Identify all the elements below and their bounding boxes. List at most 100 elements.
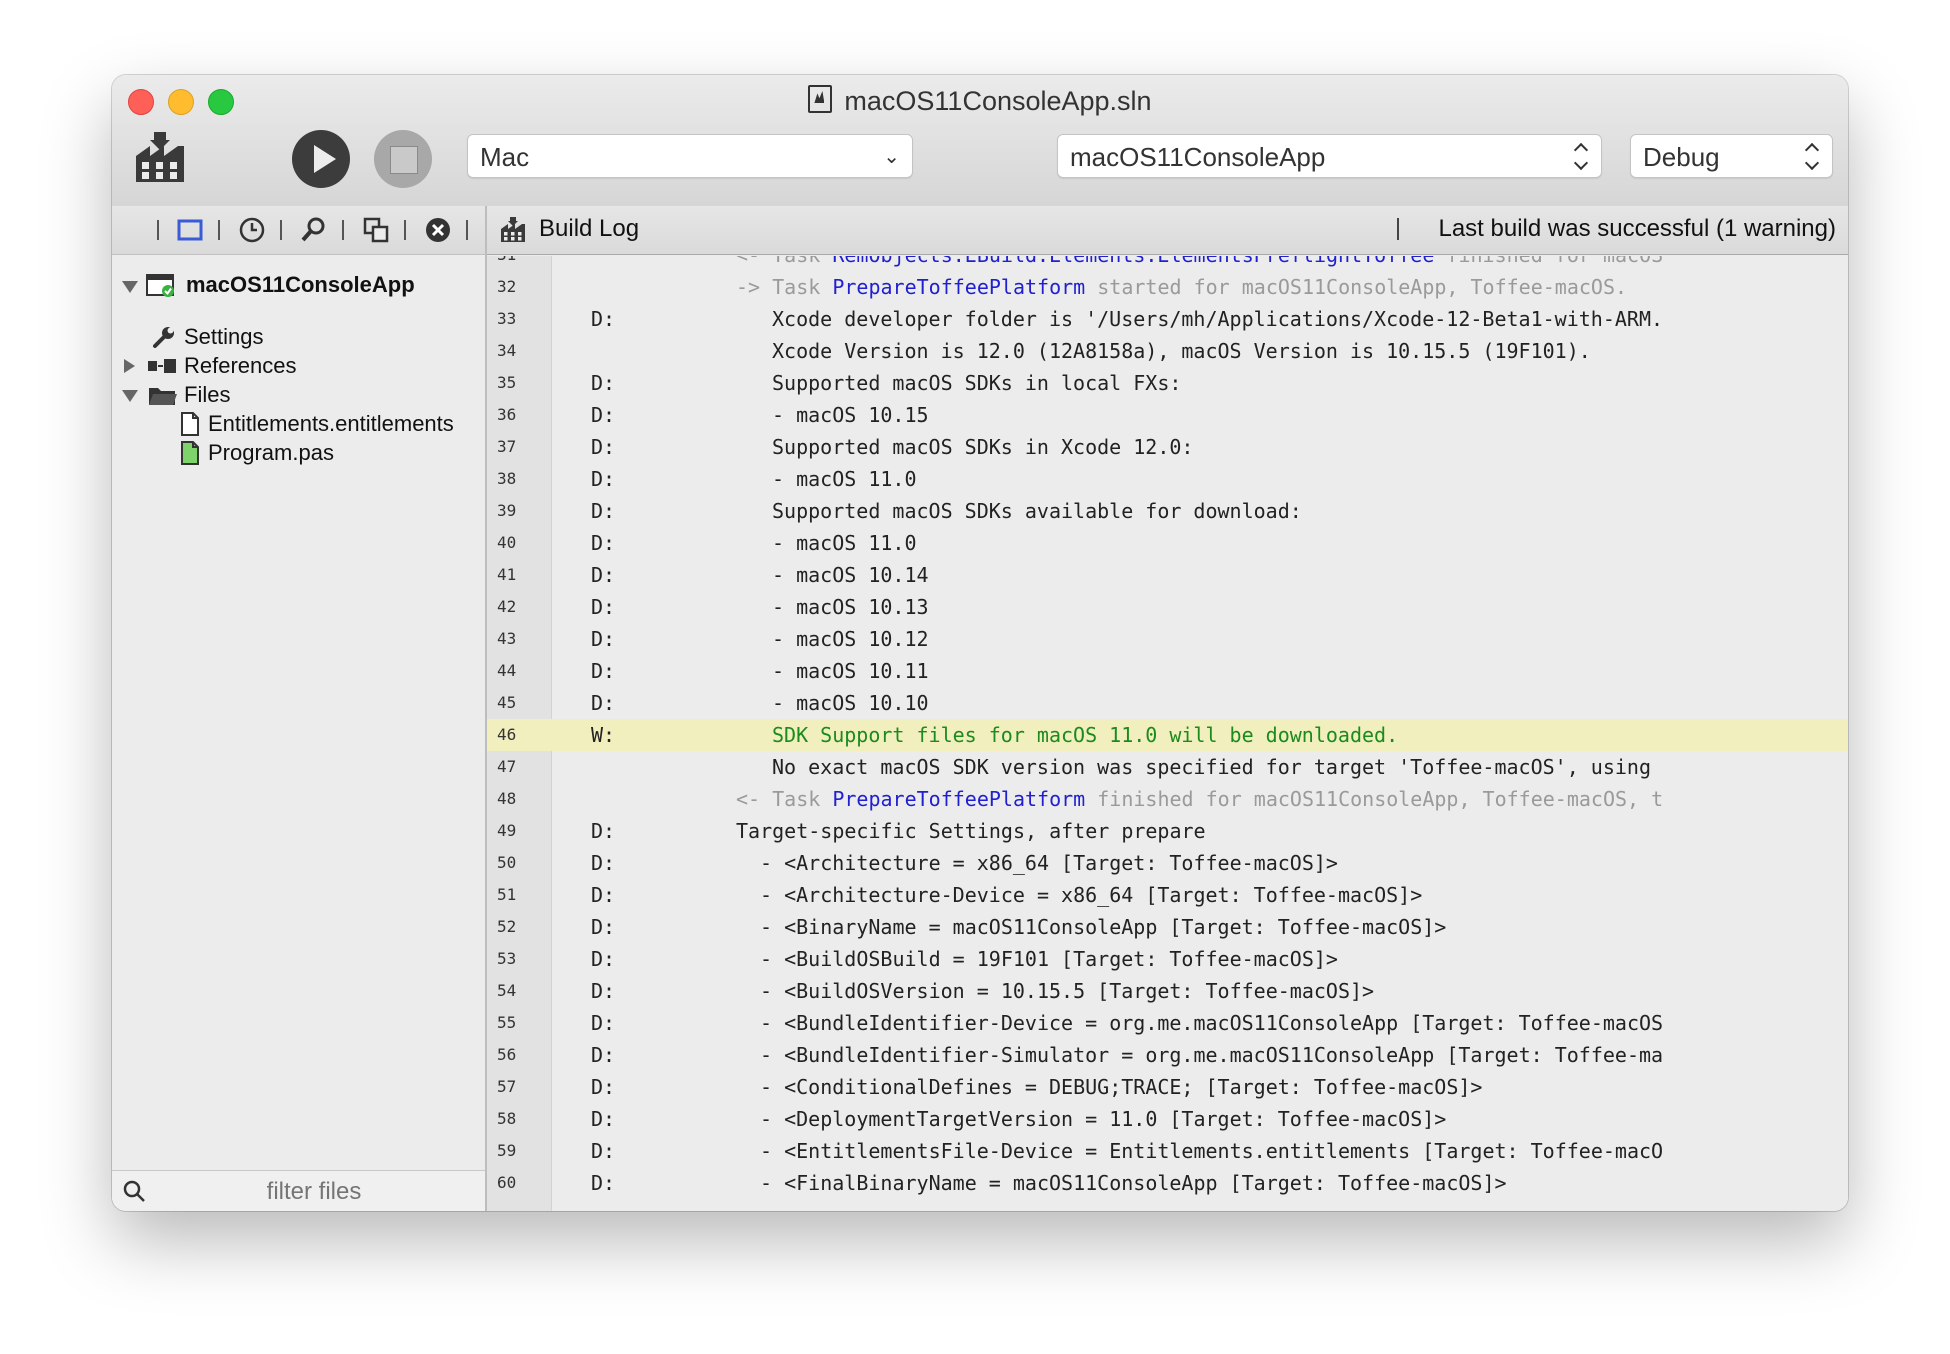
window-title: macOS11ConsoleApp.sln [844,86,1152,116]
log-message: - <BuildOSVersion = 10.15.5 [Target: Tof… [760,975,1374,1007]
log-text: - <Architecture = x86_64 [Target: Toffee… [760,851,1338,875]
line-number: 40 [497,533,517,552]
log-text: - <BundleIdentifier-Simulator = org.me.m… [760,1043,1664,1067]
task-name: PrepareToffeePlatform [832,275,1086,299]
log-line: 38 D: - macOS 11.0 [487,463,1848,495]
log-line: 43 D: - macOS 10.12 [487,623,1848,655]
line-number: 54 [497,981,517,1000]
log-line: 33 D: Xcode developer folder is '/Users/mh… [487,303,1848,335]
line-number: 55 [497,1013,517,1032]
line-number: 44 [497,661,517,680]
log-level: D: [591,819,616,843]
task-name: PrepareToffeePlatform [832,787,1086,811]
project-view-icon[interactable] [176,216,204,244]
log-message: - <Architecture = x86_64 [Target: Toffee… [760,847,1338,879]
log-level: D: [591,499,616,523]
project-name: macOS11ConsoleApp [186,272,415,297]
log-line: 40 D: - macOS 11.0 [487,527,1848,559]
log-message: Xcode developer folder is '/Users/mh/App… [772,303,1663,335]
log-message: - <FinalBinaryName = macOS11ConsoleApp [… [760,1167,1507,1199]
disclosure-closed-icon[interactable] [124,359,135,373]
sidebar-toolbar [112,206,485,255]
log-level: D: [591,691,616,715]
log-line: 31 <- Task RemObjects.EBuild.Elements.Ele… [487,256,1848,271]
log-level: D: [591,659,616,683]
tree-item-project[interactable]: macOS11ConsoleApp [122,268,482,302]
line-number: 49 [497,821,517,840]
log-message: Supported macOS SDKs available for downl… [772,495,1302,527]
log-line: 37 D: Supported macOS SDKs in Xcode 12.0: [487,431,1848,463]
toolbar-separator [404,220,406,240]
build-factory-icon[interactable] [132,130,188,186]
build-log-content[interactable]: 31 <- Task RemObjects.EBuild.Elements.Ele… [487,256,1848,1211]
line-number: 51 [497,885,517,904]
line-number: 39 [497,501,517,520]
disclosure-open-icon[interactable] [122,390,138,402]
log-text: - macOS 10.10 [772,691,929,715]
configuration-select-value: Debug [1643,142,1720,172]
log-level: D: [591,947,616,971]
log-line: 48 <- Task PrepareToffeePlatform finished… [487,783,1848,815]
log-level: D: [591,371,616,395]
title-bar: macOS11ConsoleApp.sln Mac ⌄ macOS11Conso… [112,75,1848,207]
disclosure-open-icon[interactable] [122,281,138,293]
log-message: Supported macOS SDKs in local FXs: [772,367,1181,399]
filter-files-input[interactable] [152,1175,476,1209]
log-level: D: [591,531,616,555]
line-number: 58 [497,1109,517,1128]
log-message: -> Task PrepareToffeePlatform started fo… [736,271,1627,303]
toolbar-separator [342,220,344,240]
log-line: 41 D: - macOS 10.14 [487,559,1848,591]
log-line: 53 D: - <BuildOSBuild = 19F101 [Target: To… [487,943,1848,975]
log-message: - macOS 11.0 [772,527,917,559]
search-icon [123,1180,145,1202]
log-line: 58 D: - <DeploymentTargetVersion = 11.0 [T… [487,1103,1848,1135]
log-line: 42 D: - macOS 10.13 [487,591,1848,623]
log-message: <- Task PrepareToffeePlatform finished f… [736,783,1663,815]
line-number: 37 [497,437,517,456]
build-factory-icon [501,217,525,242]
close-circle-icon[interactable] [424,216,452,244]
line-number: 56 [497,1045,517,1064]
log-message: - macOS 10.14 [772,559,929,591]
platform-select[interactable]: Mac ⌄ [467,134,913,178]
log-line: 34 Xcode Version is 12.0 (12A8158a), macO… [487,335,1848,367]
log-message: - <EntitlementsFile-Device = Entitlement… [760,1135,1663,1167]
clock-icon[interactable] [238,216,266,244]
log-text: Xcode Version is 12.0 (12A8158a), macOS … [772,339,1591,363]
log-level: D: [591,915,616,939]
log-message: - <ConditionalDefines = DEBUG;TRACE; [Ta… [760,1071,1482,1103]
toolbar-separator [1397,218,1399,240]
log-text: - <FinalBinaryName = macOS11ConsoleApp [… [760,1171,1507,1195]
log-text: - macOS 11.0 [772,467,917,491]
line-number: 43 [497,629,517,648]
log-line: 60 D: - <FinalBinaryName = macOS11ConsoleA… [487,1167,1848,1199]
line-number: 52 [497,917,517,936]
line-number: 57 [497,1077,517,1096]
log-level: D: [591,563,616,587]
line-number: 31 [487,256,551,271]
toolbar-separator [218,220,220,240]
project-icon [146,274,174,297]
log-message: - macOS 10.10 [772,687,929,719]
log-line: 35 D: Supported macOS SDKs in local FXs: [487,367,1848,399]
configuration-select[interactable]: Debug [1630,134,1833,178]
tree-item-program[interactable]: Program.pas [180,436,480,470]
project-select[interactable]: macOS11ConsoleApp [1057,134,1602,178]
log-text: Supported macOS SDKs in local FXs: [772,371,1182,395]
log-level: D: [591,1139,616,1163]
line-number: 53 [497,949,517,968]
up-down-chevron-icon [1575,141,1589,173]
build-status: Last build was successful (1 warning) [1438,215,1836,242]
log-text: SDK Support files for macOS 11.0 will be… [772,723,1399,747]
run-button[interactable] [292,130,350,188]
log-message: Target-specific Settings, after prepare [736,815,1206,847]
log-text: - macOS 10.12 [772,627,929,651]
search-icon[interactable] [300,216,328,244]
copy-icon[interactable] [362,216,390,244]
log-message: - <DeploymentTargetVersion = 11.0 [Targe… [760,1103,1446,1135]
log-text: started for macOS11ConsoleApp, Toffee-ma… [1085,275,1628,299]
stop-button[interactable] [374,130,432,188]
log-line: 47 No exact macOS SDK version was specifi… [487,751,1848,783]
log-text: - <BinaryName = macOS11ConsoleApp [Targe… [760,915,1447,939]
